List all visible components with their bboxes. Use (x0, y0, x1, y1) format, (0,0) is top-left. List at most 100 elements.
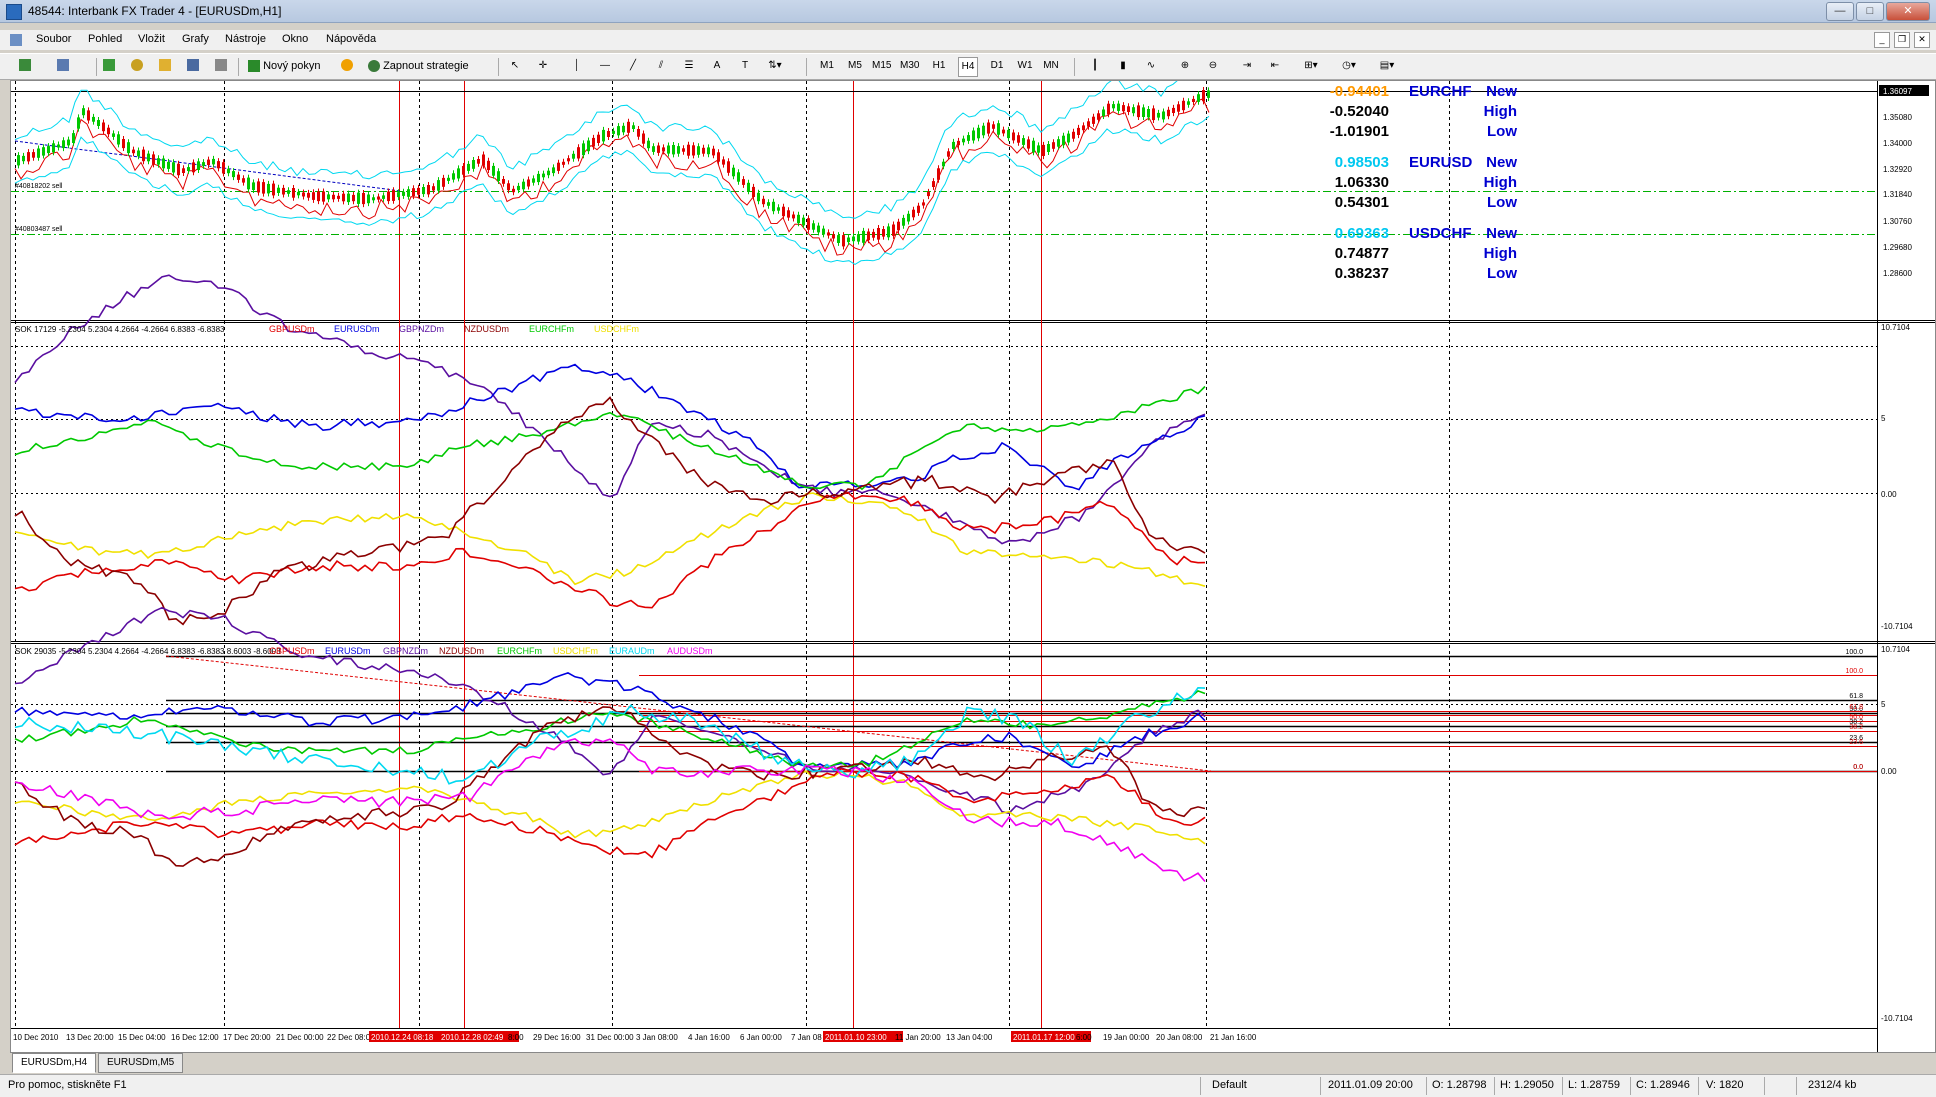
candle-body (607, 131, 610, 137)
period-mn-button[interactable]: MN (1042, 57, 1060, 75)
panel-value-eurusd: 0.98503 (1335, 154, 1389, 171)
menu-vlozit[interactable]: Vložit (138, 33, 165, 45)
candle-body (432, 186, 435, 191)
maximize-button[interactable]: □ (1856, 2, 1884, 21)
mdi-minimize-button[interactable]: _ (1874, 32, 1890, 48)
indicators-icon[interactable]: ⊞▾ (1302, 57, 1320, 75)
cursor-icon[interactable]: ↖ (506, 57, 524, 75)
vertical-line-icon[interactable]: │ (568, 57, 586, 75)
chart-shift-icon[interactable]: ⇤ (1266, 57, 1284, 75)
zoom-in-icon[interactable]: ⊕ (1176, 57, 1194, 75)
trendline-icon[interactable]: ╱ (624, 57, 642, 75)
profiles-icon[interactable] (54, 57, 72, 75)
menu-napoveda[interactable]: Nápověda (326, 33, 376, 45)
bar-chart-icon[interactable]: ┃ (1086, 57, 1104, 75)
candle-body (72, 133, 75, 143)
candle-body (692, 145, 695, 156)
candle-body (912, 209, 915, 218)
candlestick-icon[interactable]: ▮ (1114, 57, 1132, 75)
time-label: 21 Dec 00:00 (276, 1033, 324, 1042)
tab-eurusdm-h4[interactable]: EURUSDm,H4 (12, 1053, 97, 1073)
menu-grafy[interactable]: Grafy (182, 33, 209, 45)
legend1-eurusdm: EURUSDm (334, 324, 380, 334)
menu-soubor[interactable]: Soubor (36, 33, 71, 45)
mdi-close-button[interactable]: ✕ (1914, 32, 1930, 48)
period-h1-button[interactable]: H1 (930, 57, 948, 75)
text-label-icon[interactable]: T (736, 57, 754, 75)
candle-body (747, 182, 750, 192)
menu-pohled[interactable]: Pohled (88, 33, 122, 45)
chart-canvas[interactable]: #40818202 sell#40803487 sell 100.061.850… (11, 70, 1935, 1052)
candle-body (902, 217, 905, 226)
candle-body (792, 214, 795, 219)
candle-body (342, 193, 345, 202)
fib-red-label: 100.0 (1845, 668, 1863, 675)
templates-icon[interactable]: ▤▾ (1378, 57, 1396, 75)
candle-body (472, 160, 475, 169)
close-button[interactable]: ✕ (1886, 2, 1930, 21)
navigator-icon[interactable] (156, 57, 174, 75)
mdi-restore-button[interactable]: ❐ (1894, 32, 1910, 48)
market-watch-icon[interactable] (100, 57, 118, 75)
minimize-button[interactable]: — (1826, 2, 1854, 21)
tester-icon[interactable] (212, 57, 230, 75)
candle-body (627, 121, 630, 133)
horizontal-line-icon[interactable]: — (596, 57, 614, 75)
time-label: 6:00 (1076, 1033, 1092, 1042)
order-label-2: #40803487 sell (15, 226, 63, 233)
candle-body (1112, 104, 1115, 109)
series-nzdusdm (14, 396, 1206, 626)
tab-eurusdm-m5[interactable]: EURUSDm,M5 (98, 1053, 184, 1073)
candle-body (687, 144, 690, 156)
candle-body (442, 177, 445, 187)
candle-body (557, 162, 560, 171)
chart-window-icon[interactable] (10, 34, 22, 46)
arrows-icon[interactable]: ⇅▾ (766, 57, 784, 75)
candle-body (282, 187, 285, 195)
candle-body (1157, 112, 1160, 118)
candle-body (722, 159, 725, 165)
candle-body (582, 143, 585, 156)
meta-editor-icon[interactable] (338, 57, 356, 75)
menu-nastroje[interactable]: Nástroje (225, 33, 266, 45)
new-order-button[interactable]: Nový pokyn (244, 57, 325, 75)
period-w1-button[interactable]: W1 (1016, 57, 1034, 75)
candle-body (732, 167, 735, 177)
auto-scroll-icon[interactable]: ⇥ (1238, 57, 1256, 75)
period-d1-button[interactable]: D1 (988, 57, 1006, 75)
candle-body (252, 182, 255, 190)
period-m5-button[interactable]: M5 (846, 57, 864, 75)
candle-body (1202, 90, 1205, 102)
candle-body (312, 192, 315, 200)
menu-okno[interactable]: Okno (282, 33, 308, 45)
period-m1-button[interactable]: M1 (818, 57, 836, 75)
candle-body (947, 151, 950, 157)
panel-high-eurusd: 1.06330 (1335, 174, 1389, 191)
strategy-toggle-button[interactable]: Zapnout strategie (364, 57, 473, 75)
candle-body (392, 190, 395, 201)
chart-window[interactable]: #40818202 sell #40803487 sell 100.0 61.8 50… (10, 70, 1936, 1053)
indicator1-scale-label: 10.7104 (1881, 323, 1910, 332)
zoom-out-icon[interactable]: ⊖ (1204, 57, 1222, 75)
periodicity-icon[interactable]: ◷▾ (1340, 57, 1358, 75)
time-label: 15 Dec 04:00 (118, 1033, 166, 1042)
candle-body (1197, 94, 1200, 102)
text-icon[interactable]: A (708, 57, 726, 75)
channel-icon[interactable]: ⫽ (652, 57, 670, 75)
period-m30-button[interactable]: M30 (900, 57, 919, 75)
candle-body (427, 185, 430, 195)
crosshair-icon[interactable]: ✛ (534, 57, 552, 75)
new-chart-icon[interactable] (16, 57, 34, 75)
terminal-icon[interactable] (184, 57, 202, 75)
fibonacci-icon[interactable]: ☰ (680, 57, 698, 75)
period-m15-button[interactable]: M15 (872, 57, 891, 75)
candle-body (22, 155, 25, 162)
candle-body (187, 167, 190, 171)
period-h4-button[interactable]: H4 (958, 57, 978, 77)
candle-body (32, 152, 35, 158)
line-chart-icon[interactable]: ∿ (1142, 57, 1160, 75)
candle-body (387, 191, 390, 202)
data-window-icon[interactable] (128, 57, 146, 75)
candle-body (512, 188, 515, 193)
price-pane[interactable]: #40818202 sell #40803487 sell (11, 70, 1877, 265)
